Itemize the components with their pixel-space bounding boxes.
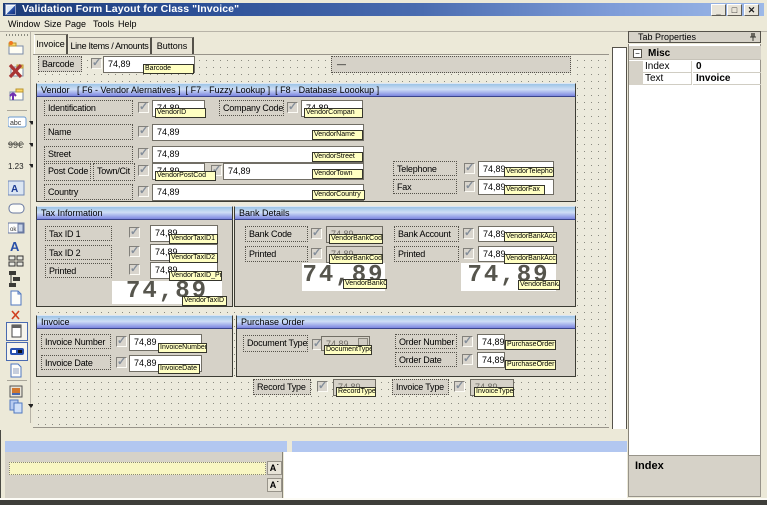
svg-text:1.23: 1.23 xyxy=(8,162,24,171)
svg-text:A: A xyxy=(11,184,18,195)
svg-text:abc: abc xyxy=(10,120,22,127)
svg-text:ok: ok xyxy=(10,227,17,233)
svg-text:A: A xyxy=(10,239,20,253)
svg-text:99€: 99€ xyxy=(8,140,23,150)
